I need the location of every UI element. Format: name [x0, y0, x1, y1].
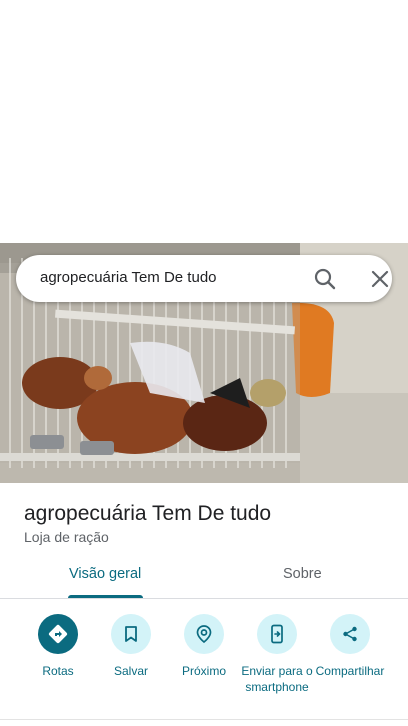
directions-label: Rotas [42, 664, 74, 678]
tab-about[interactable]: Sobre [283, 566, 322, 582]
send-to-phone-icon [257, 614, 297, 654]
search-icon[interactable] [312, 266, 338, 292]
nearby-label: Próximo [181, 664, 226, 678]
close-icon[interactable] [368, 267, 392, 291]
share-icon [330, 614, 370, 654]
send-to-phone-label: Enviar para o smartphone [241, 664, 313, 694]
directions-button[interactable]: Rotas [18, 614, 98, 679]
tab-overview[interactable]: Visão geral [69, 566, 141, 582]
nearby-icon [184, 614, 224, 654]
share-button[interactable]: Compartilhar [310, 614, 390, 679]
place-category[interactable]: Loja de ração [24, 529, 109, 545]
directions-icon [38, 614, 78, 654]
bottom-divider [0, 719, 408, 720]
send-to-phone-button[interactable]: Enviar para o smartphone [237, 614, 317, 695]
search-query[interactable]: agropecuária Tem De tudo [40, 269, 217, 286]
search-bar[interactable]: agropecuária Tem De tudo [16, 255, 392, 302]
place-title: agropecuária Tem De tudo [24, 502, 272, 525]
map-area[interactable] [0, 0, 408, 243]
bookmark-icon [111, 614, 151, 654]
save-button[interactable]: Salvar [91, 614, 171, 679]
tabs-divider [0, 598, 408, 599]
save-label: Salvar [113, 664, 148, 678]
share-label: Compartilhar [315, 664, 385, 678]
nearby-button[interactable]: Próximo [164, 614, 244, 679]
